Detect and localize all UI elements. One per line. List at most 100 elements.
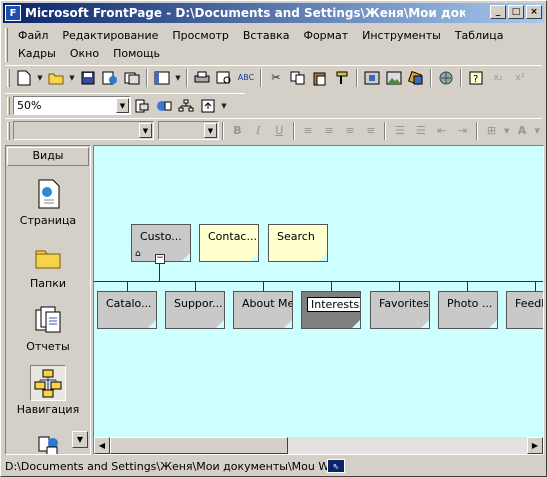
decrease-indent-icon: ⇤ — [437, 124, 447, 137]
insert-picture-icon[interactable] — [383, 67, 405, 89]
views-scroll-down-button[interactable]: ▼ — [72, 431, 88, 448]
nav-page-label-edit[interactable]: Interests — [307, 297, 360, 312]
view-subtree-icon[interactable] — [175, 95, 197, 117]
menu-format[interactable]: Формат — [296, 27, 355, 44]
home-icon: ⌂ — [135, 249, 141, 259]
navigation-toolbar: 50% ▼ ▼ — [5, 93, 245, 117]
format-painter-icon[interactable] — [331, 67, 353, 89]
chevron-down-icon: ▼ — [534, 126, 540, 135]
menu-table[interactable]: Таблица — [448, 27, 511, 44]
frontpage-window: F Microsoft FrontPage - D:\Documents and… — [0, 0, 547, 477]
nav-page-label: Feedb — [515, 297, 543, 310]
drawing-icon[interactable] — [405, 67, 427, 89]
reports-view-icon — [30, 302, 66, 338]
menu-bar: Файл Редактирование Просмотр Вставка Фор… — [5, 27, 535, 63]
chevron-down-icon[interactable]: ▼ — [116, 98, 129, 113]
nav-page-interests[interactable]: Interests — [301, 291, 361, 329]
scroll-left-button[interactable]: ◀ — [94, 437, 110, 454]
borders-icon: ⊞ — [486, 124, 497, 137]
collapse-tree-button[interactable]: − — [155, 254, 165, 264]
page-view-icon — [30, 176, 66, 212]
formatting-toolbar: ▼ ▼ B I U ≡ ≡ ≡ ≡ ☰ ☰ ⇤ ⇥ ⊞ ▼ A ▼ — [5, 118, 542, 142]
spelling-icon[interactable]: ABC — [235, 67, 257, 89]
subscript-icon[interactable]: x₂ — [487, 67, 509, 89]
view-label: Навигация — [16, 403, 80, 416]
view-label: Папки — [30, 277, 66, 290]
insert-component-icon[interactable] — [361, 67, 383, 89]
print-icon[interactable] — [191, 67, 213, 89]
page-fold-icon — [284, 320, 292, 328]
help-icon[interactable]: ? — [465, 67, 487, 89]
menu-frames[interactable]: Кадры — [11, 45, 63, 62]
menu-help[interactable]: Помощь — [106, 45, 167, 62]
increase-indent-icon: ⇥ — [457, 124, 468, 137]
align-left-icon: ≡ — [303, 124, 313, 137]
paste-icon[interactable] — [309, 67, 331, 89]
view-navigation[interactable]: Навигация — [6, 365, 90, 425]
view-label: Страница — [19, 214, 77, 227]
toolbar-options-icon[interactable]: ▼ — [219, 95, 229, 117]
nav-page-label: Custo... — [140, 230, 182, 243]
maximize-button[interactable]: □ — [508, 5, 524, 19]
folder-list-icon[interactable] — [121, 67, 143, 89]
zoom-value: 50% — [17, 99, 42, 112]
view-page[interactable]: Страница — [6, 176, 90, 236]
open-folder-icon[interactable] — [45, 67, 67, 89]
hyperlink-icon[interactable] — [435, 67, 457, 89]
title-bar[interactable]: F Microsoft FrontPage - D:\Documents and… — [3, 3, 544, 23]
toolbar-grip[interactable] — [7, 121, 10, 140]
status-path: D:\Documents and Settings\Женя\Мои докум… — [5, 459, 327, 473]
menu-tools[interactable]: Инструменты — [355, 27, 448, 44]
horizontal-scrollbar[interactable]: ◀ ▶ — [94, 437, 543, 454]
save-icon[interactable] — [77, 67, 99, 89]
nav-page-label: About Me — [242, 297, 293, 310]
views-toggle-icon[interactable] — [151, 67, 173, 89]
menu-window[interactable]: Окно — [63, 45, 106, 62]
nav-page-contact[interactable]: Contac... — [199, 224, 259, 262]
nav-page-catalog[interactable]: Catalo... — [97, 291, 157, 329]
minimize-button[interactable]: _ — [490, 5, 506, 19]
nav-page-search[interactable]: Search — [268, 224, 328, 262]
scrollbar-thumb[interactable] — [110, 437, 288, 454]
toolbar-grip[interactable] — [7, 68, 10, 87]
menu-edit[interactable]: Редактирование — [55, 27, 165, 44]
open-dropdown-icon[interactable]: ▼ — [67, 67, 77, 89]
chevron-down-icon: ▼ — [504, 126, 510, 135]
font-select: ▼ — [157, 121, 219, 140]
preview-browser-icon[interactable] — [213, 67, 235, 89]
nav-page-photo[interactable]: Photo ... — [438, 291, 498, 329]
new-page-icon[interactable] — [13, 67, 35, 89]
copy-icon[interactable] — [287, 67, 309, 89]
menu-file[interactable]: Файл — [11, 27, 55, 44]
nav-page-favorites[interactable]: Favorites — [370, 291, 430, 329]
status-bar: D:\Documents and Settings\Женя\Мои докум… — [5, 458, 544, 474]
view-folders[interactable]: Папки — [6, 239, 90, 299]
bold-icon: B — [233, 124, 242, 137]
chevron-down-icon: ▼ — [203, 123, 217, 138]
nav-page-label: Search — [277, 230, 315, 243]
nav-page-support[interactable]: Suppor... — [165, 291, 225, 329]
add-existing-page-icon[interactable] — [153, 95, 175, 117]
close-button[interactable]: × — [526, 5, 542, 19]
nav-page-label: Photo ... — [447, 297, 493, 310]
nav-page-feedback[interactable]: Feedb — [506, 291, 543, 329]
navigation-canvas[interactable]: Custo... ⌂ − Contac... Search Catalo... … — [94, 146, 543, 437]
include-in-nav-icon[interactable] — [197, 95, 219, 117]
menu-insert[interactable]: Вставка — [236, 27, 297, 44]
scroll-right-button[interactable]: ▶ — [527, 437, 543, 454]
nav-page-about-me[interactable]: About Me — [233, 291, 293, 329]
frontpage-app-icon[interactable]: F — [5, 5, 21, 21]
portrait-landscape-icon[interactable] — [131, 95, 153, 117]
nav-page-label: Favorites — [379, 297, 429, 310]
menu-view[interactable]: Просмотр — [165, 27, 235, 44]
navigation-view-icon — [30, 365, 66, 401]
page-fold-icon — [319, 253, 327, 261]
superscript-icon[interactable]: x² — [509, 67, 531, 89]
toolbar-grip[interactable] — [7, 96, 10, 115]
publish-web-icon[interactable] — [99, 67, 121, 89]
zoom-select[interactable]: 50% ▼ — [13, 96, 131, 115]
cut-icon[interactable]: ✂ — [265, 67, 287, 89]
new-dropdown-icon[interactable]: ▼ — [35, 67, 45, 89]
views-dropdown-icon[interactable]: ▼ — [173, 67, 183, 89]
view-reports[interactable]: Отчеты — [6, 302, 90, 362]
